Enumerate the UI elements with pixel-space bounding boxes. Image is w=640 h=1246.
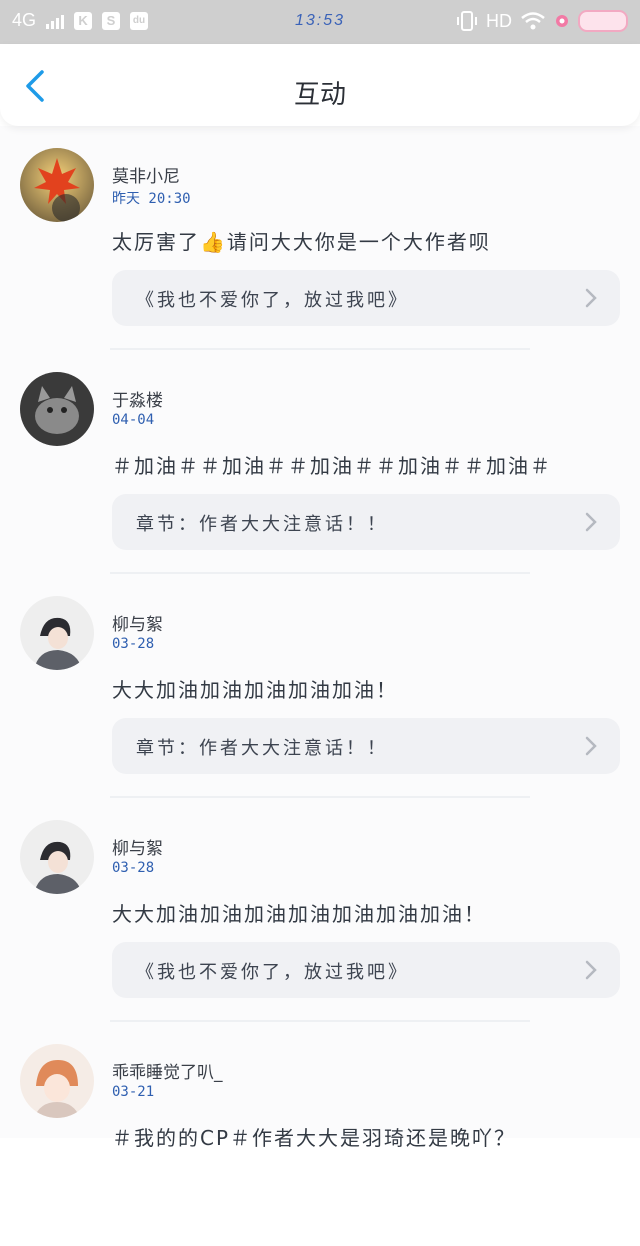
- comment-date: 03-28: [112, 636, 155, 652]
- chapter-reference-text: 章节：作者大大注意话！！: [136, 738, 388, 759]
- wifi-icon: [521, 12, 545, 30]
- anime-boy-avatar-image: [20, 820, 94, 894]
- comment-date: 昨天 20:30: [112, 191, 191, 207]
- cat-avatar-image: [20, 372, 94, 446]
- chapter-reference-card[interactable]: 《我也不爱你了，放过我吧》: [112, 942, 620, 998]
- chapter-reference-text: 章节：作者大大注意话！！: [136, 514, 388, 535]
- chapter-reference-card[interactable]: 《我也不爱你了，放过我吧》: [112, 270, 620, 326]
- nav-bar: 互动: [0, 44, 640, 126]
- chapter-reference-text: 《我也不爱你了，放过我吧》: [136, 962, 409, 983]
- username[interactable]: 乖乖睡觉了叭_: [112, 1058, 223, 1083]
- username[interactable]: 于淼楼: [112, 386, 163, 411]
- hd-label: HD: [486, 10, 512, 31]
- username[interactable]: 柳与絮: [112, 610, 163, 635]
- comment-text: ＃加油＃＃加油＃＃加油＃＃加油＃＃加油＃: [112, 454, 552, 478]
- comment-text: 太厉害了👍请问大大你是一个大作者呗: [112, 230, 491, 254]
- chevron-right-icon: [585, 512, 597, 532]
- status-bar: 4G K S du 13:53 HD: [0, 0, 640, 44]
- anime-redhair-avatar-image: [20, 1044, 94, 1118]
- anime-boy-avatar-image: [20, 596, 94, 670]
- username[interactable]: 柳与絮: [112, 834, 163, 859]
- avatar[interactable]: [20, 1044, 94, 1118]
- vibrate-icon: [457, 11, 477, 31]
- chevron-right-icon: [585, 736, 597, 756]
- avatar[interactable]: [20, 596, 94, 670]
- avatar[interactable]: [20, 148, 94, 222]
- chevron-right-icon: [585, 960, 597, 980]
- list-item: 于淼楼 04-04 ＃加油＃＃加油＃＃加油＃＃加油＃＃加油＃ 章节：作者大大注意…: [0, 350, 640, 574]
- list-item: 莫非小尼 昨天 20:30 太厉害了👍请问大大你是一个大作者呗 《我也不爱你了，…: [0, 126, 640, 350]
- avatar[interactable]: [20, 820, 94, 894]
- comment-text: 大大加油加油加油加油加油加油加油！: [112, 902, 486, 926]
- comment-text: 大大加油加油加油加油加油！: [112, 678, 398, 702]
- list-item: 柳与絮 03-28 大大加油加油加油加油加油！ 章节：作者大大注意话！！: [0, 574, 640, 798]
- status-right: HD: [456, 10, 628, 32]
- battery-bow-icon: [578, 10, 628, 32]
- page-title: 互动: [293, 80, 346, 110]
- comment-date: 04-04: [112, 412, 155, 428]
- interaction-feed: 莫非小尼 昨天 20:30 太厉害了👍请问大大你是一个大作者呗 《我也不爱你了，…: [0, 126, 640, 1150]
- list-item: 乖乖睡觉了叭_ 03-21 ＃我的的CP＃作者大大是羽琦还是晚吖？: [0, 1022, 640, 1246]
- list-item: 柳与絮 03-28 大大加油加油加油加油加油加油加油！ 《我也不爱你了，放过我吧…: [0, 798, 640, 1022]
- chapter-reference-text: 《我也不爱你了，放过我吧》: [136, 290, 409, 311]
- maple-leaf-avatar-image: [20, 148, 94, 222]
- chevron-right-icon: [585, 288, 597, 308]
- chapter-reference-card[interactable]: 章节：作者大大注意话！！: [112, 718, 620, 774]
- comment-text: ＃我的的CP＃作者大大是羽琦还是晚吖？: [112, 1126, 517, 1150]
- flower-icon: [556, 15, 568, 27]
- comment-date: 03-28: [112, 860, 155, 876]
- avatar[interactable]: [20, 372, 94, 446]
- comment-date: 03-21: [112, 1084, 155, 1100]
- username[interactable]: 莫非小尼: [112, 162, 180, 187]
- chapter-reference-card[interactable]: 章节：作者大大注意话！！: [112, 494, 620, 550]
